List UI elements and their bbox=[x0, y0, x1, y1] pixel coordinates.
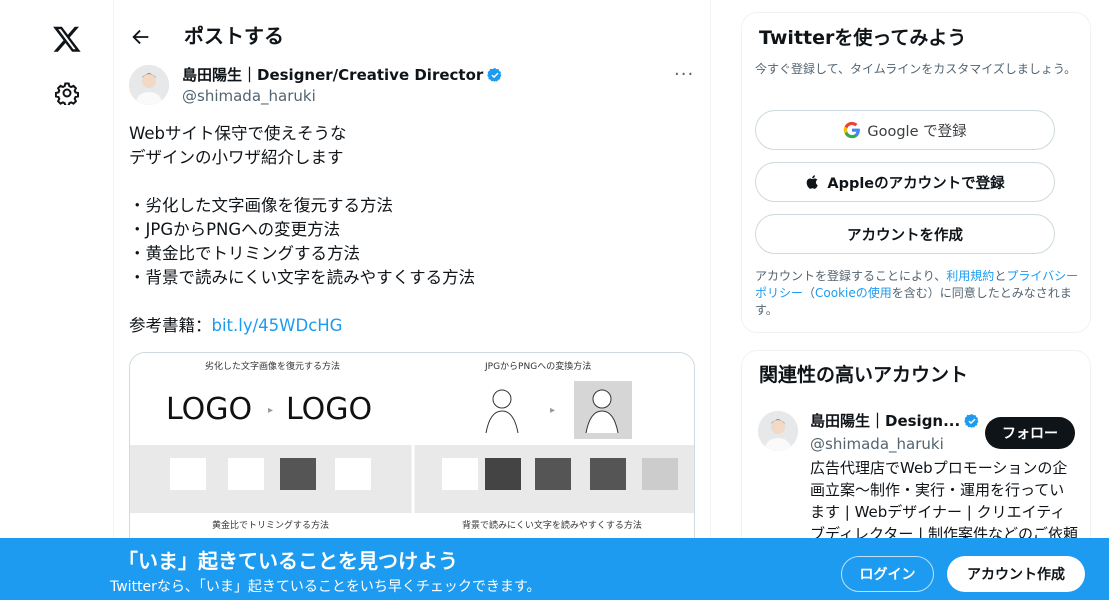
verified-badge-icon bbox=[964, 414, 979, 428]
media-logo-before: LOGO bbox=[166, 392, 252, 427]
left-nav bbox=[0, 0, 113, 600]
create-account-button[interactable]: アカウントを作成 bbox=[755, 214, 1055, 254]
legal-text: アカウントを登録することにより、利用規約とプライバシーポリシー（Cookieの使… bbox=[755, 269, 1079, 317]
related-name[interactable]: 島田陽生｜Design... bbox=[810, 411, 960, 431]
banner-signup-button[interactable]: アカウント作成 bbox=[947, 556, 1085, 592]
post-media-image[interactable]: 劣化した文字画像を復元する方法 JPGからPNGへの変換方法 LOGO ▸ LO… bbox=[129, 352, 695, 552]
more-options-icon[interactable]: ··· bbox=[674, 64, 694, 85]
page-title: ポストする bbox=[184, 24, 284, 48]
signup-subtitle: 今すぐ登録して、タイムラインをカスタマイズしましょう。 bbox=[755, 62, 1077, 76]
media-logo-after: LOGO bbox=[286, 392, 372, 427]
media-panel3-title: 黄金比でトリミングする方法 bbox=[212, 519, 329, 531]
media-panel4-title: 背景で読みにくい文字を読みやすくする方法 bbox=[462, 519, 642, 531]
x-logo-icon[interactable] bbox=[52, 24, 82, 54]
author-name-row: 島田陽生｜Designer/Creative Director bbox=[182, 65, 503, 85]
back-arrow-icon[interactable] bbox=[130, 26, 152, 48]
post-text: Webサイト保守で使えそうな デザインの小ワザ紹介します ・劣化した文字画像を復… bbox=[129, 124, 476, 335]
banner-title: 「いま」起きていることを見つけよう bbox=[118, 549, 458, 573]
cookie-link[interactable]: Cookieの使用 bbox=[815, 286, 892, 300]
author-name[interactable]: 島田陽生｜Designer/Creative Director bbox=[182, 65, 483, 85]
apple-icon bbox=[807, 175, 819, 189]
related-bio: 広告代理店でWebプロモーションの企画立案〜制作・実行・運用を行っています | … bbox=[810, 459, 1078, 543]
svg-text:▸: ▸ bbox=[268, 405, 273, 416]
main-column: ポストする 島田陽生｜Designer/Creative Director @s… bbox=[113, 0, 711, 600]
signup-title: Twitterを使ってみよう bbox=[759, 27, 967, 49]
google-icon bbox=[844, 121, 861, 139]
google-signup-button[interactable]: Google で登録 bbox=[755, 110, 1055, 150]
signup-card: Twitterを使ってみよう 今すぐ登録して、タイムラインをカスタマイズしましょ… bbox=[741, 12, 1091, 333]
related-avatar[interactable] bbox=[758, 411, 798, 451]
terms-link[interactable]: 利用規約 bbox=[946, 269, 994, 283]
follow-button[interactable]: フォロー bbox=[985, 417, 1075, 449]
google-signup-label: Google で登録 bbox=[867, 123, 967, 140]
verified-badge-icon bbox=[487, 68, 502, 82]
media-panel1-title: 劣化した文字画像を復元する方法 bbox=[205, 360, 340, 372]
related-title: 関連性の高いアカウント bbox=[759, 364, 969, 386]
post-body: Webサイト保守で使えそうな デザインの小ワザ紹介します ・劣化した文字画像を復… bbox=[129, 122, 689, 338]
gear-icon[interactable] bbox=[55, 81, 79, 105]
svg-text:▸: ▸ bbox=[550, 405, 555, 416]
avatar[interactable] bbox=[129, 65, 169, 105]
apple-signup-button[interactable]: Appleのアカウントで登録 bbox=[755, 162, 1055, 202]
banner-subtitle: Twitterなら、「いま」起きていることをいち早くチェックできます。 bbox=[110, 579, 541, 595]
related-name-row: 島田陽生｜Design... bbox=[810, 411, 980, 431]
post-link[interactable]: bit.ly/45WDcHG bbox=[212, 316, 343, 335]
author-handle[interactable]: @shimada_haruki bbox=[182, 86, 316, 106]
login-button[interactable]: ログイン bbox=[841, 556, 934, 592]
apple-signup-label: Appleのアカウントで登録 bbox=[827, 175, 1005, 192]
related-handle[interactable]: @shimada_haruki bbox=[810, 434, 944, 454]
media-panel2-title: JPGからPNGへの変換方法 bbox=[484, 360, 591, 372]
signup-banner: 「いま」起きていることを見つけよう Twitterなら、「いま」起きていることを… bbox=[0, 538, 1109, 600]
